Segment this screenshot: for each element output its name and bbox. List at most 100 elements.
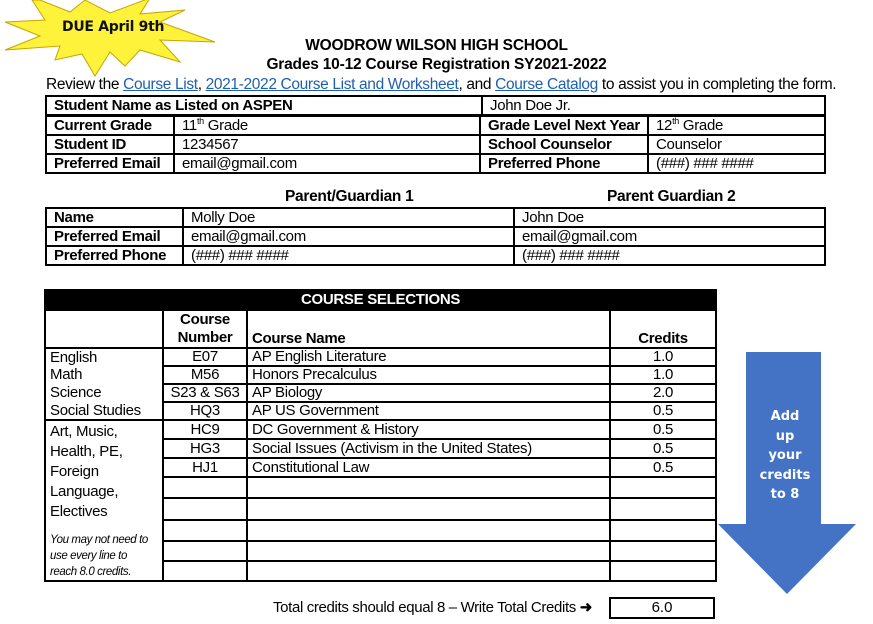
student-info-table: Student Name as Listed on ASPEN John Doe… bbox=[45, 95, 827, 116]
credits-field[interactable] bbox=[608, 476, 718, 500]
electives-category-line: Language, bbox=[50, 483, 119, 500]
credits-field[interactable]: 0.5 bbox=[608, 457, 718, 479]
course-number-field[interactable] bbox=[162, 539, 248, 562]
credits-field[interactable] bbox=[608, 539, 718, 562]
credits-field[interactable] bbox=[608, 559, 718, 583]
course-selections-title: COURSE SELECTIONS bbox=[43, 289, 718, 311]
credits-field[interactable]: 1.0 bbox=[608, 347, 718, 367]
next-grade-field[interactable]: 12th Grade bbox=[647, 115, 826, 136]
course-name-field[interactable]: AP Biology bbox=[246, 383, 611, 403]
course-name-field[interactable] bbox=[246, 539, 611, 562]
school-title: WOODROW WILSON HIGH SCHOOL bbox=[305, 37, 568, 54]
credits-field[interactable] bbox=[608, 518, 718, 542]
electives-category-line: Art, Music, bbox=[50, 423, 118, 440]
guardian-row: Name Molly Doe John Doe bbox=[45, 207, 826, 228]
course-name-field[interactable] bbox=[246, 476, 611, 500]
elective-row: Art, Music, Health, PE, Foreign Language… bbox=[44, 418, 718, 582]
student-email-field[interactable]: email@gmail.com bbox=[173, 153, 481, 174]
course-name-field[interactable]: Honors Precalculus bbox=[246, 365, 611, 385]
course-name-field[interactable]: AP US Government bbox=[246, 401, 611, 421]
electives-category-line: Electives bbox=[50, 503, 108, 520]
course-number-field[interactable]: S23 & S63 bbox=[162, 383, 248, 403]
guardian-1-heading: Parent/Guardian 1 bbox=[285, 188, 414, 205]
course-name-header: Course Name bbox=[246, 309, 611, 349]
course-number-field[interactable]: HC9 bbox=[162, 418, 248, 441]
course-category: English bbox=[44, 347, 164, 366]
instructions-sep: , and bbox=[458, 76, 496, 93]
current-grade-field[interactable]: 11th Grade bbox=[173, 115, 481, 136]
instructions: Review the Course List, 2021-2022 Course… bbox=[46, 76, 837, 94]
guardian-1-email-field[interactable]: email@gmail.com bbox=[182, 226, 515, 247]
course-name-field[interactable]: DC Government & History bbox=[246, 418, 611, 441]
student-phone-label: Preferred Phone bbox=[479, 153, 649, 174]
course-row: Science S23 & S63 AP Biology 2.0 bbox=[44, 383, 718, 403]
current-grade-label: Current Grade bbox=[45, 115, 175, 136]
arrow-callout-text: Add up your credits to 8 bbox=[759, 409, 811, 502]
total-credits-label: Total credits should equal 8 – Write Tot… bbox=[273, 599, 593, 616]
guardian-row-label: Name bbox=[45, 207, 184, 228]
course-name-field[interactable]: Constitutional Law bbox=[246, 457, 611, 479]
course-catalog-link[interactable]: Course Catalog bbox=[495, 76, 598, 93]
course-number-field[interactable]: HJ1 bbox=[162, 457, 248, 479]
instructions-prefix: Review the bbox=[46, 76, 124, 93]
student-id-label: Student ID bbox=[45, 134, 175, 155]
course-number-field[interactable]: HG3 bbox=[162, 438, 248, 460]
credits-field[interactable] bbox=[608, 497, 718, 521]
guardian-row: Preferred Phone (###) ### #### (###) ###… bbox=[45, 245, 826, 266]
guardian-row: Preferred Email email@gmail.com email@gm… bbox=[45, 226, 826, 247]
student-name-label: Student Name as Listed on ASPEN bbox=[45, 95, 483, 116]
electives-category-line: Foreign bbox=[50, 463, 99, 480]
course-number-field[interactable]: HQ3 bbox=[162, 401, 248, 421]
course-row: English E07 AP English Literature 1.0 bbox=[44, 347, 718, 367]
course-number-field[interactable] bbox=[162, 497, 248, 521]
credits-field[interactable]: 1.0 bbox=[608, 365, 718, 385]
guardian-table: Name Molly Doe John Doe Preferred Email … bbox=[45, 207, 826, 266]
student-id-field[interactable]: 1234567 bbox=[173, 134, 481, 155]
credits-field[interactable]: 2.0 bbox=[608, 383, 718, 403]
credits-header: Credits bbox=[608, 309, 718, 349]
form-title: Grades 10-12 Course Registration SY2021-… bbox=[266, 56, 607, 73]
counselor-label: School Counselor bbox=[479, 134, 649, 155]
category-header bbox=[44, 309, 164, 349]
course-category: Social Studies bbox=[44, 402, 164, 421]
credits-field[interactable]: 0.5 bbox=[608, 401, 718, 421]
credits-field[interactable]: 0.5 bbox=[608, 418, 718, 441]
electives-category-line: Health, PE, bbox=[50, 443, 123, 460]
course-name-field[interactable] bbox=[246, 559, 611, 583]
course-list-link[interactable]: Course List bbox=[123, 76, 198, 93]
student-name-field[interactable]: John Doe Jr. bbox=[480, 95, 827, 116]
student-phone-field[interactable]: (###) ### #### bbox=[647, 153, 826, 174]
course-selections-table: COURSE SELECTIONS Course Number Course Na… bbox=[43, 289, 718, 583]
course-number-field[interactable]: E07 bbox=[162, 347, 248, 367]
guardian-2-name-field[interactable]: John Doe bbox=[513, 207, 826, 228]
guardian-2-email-field[interactable]: email@gmail.com bbox=[513, 226, 826, 247]
course-number-field[interactable] bbox=[162, 518, 248, 542]
course-category: Math bbox=[44, 366, 164, 384]
right-arrow-icon: ➜ bbox=[579, 599, 593, 616]
course-row: Math M56 Honors Precalculus 1.0 bbox=[44, 365, 718, 385]
guardian-row-label: Preferred Phone bbox=[45, 245, 184, 266]
next-grade-label: Grade Level Next Year bbox=[479, 115, 649, 136]
course-number-header: Course Number bbox=[162, 309, 248, 349]
due-date-label: DUE April 9th bbox=[62, 19, 165, 35]
guardian-1-name-field[interactable]: Molly Doe bbox=[182, 207, 515, 228]
course-name-field[interactable] bbox=[246, 497, 611, 521]
course-worksheet-link[interactable]: 2021-2022 Course List and Worksheet bbox=[206, 76, 459, 93]
guardian-1-phone-field[interactable]: (###) ### #### bbox=[182, 245, 515, 266]
total-credits-field[interactable]: 6.0 bbox=[609, 597, 715, 619]
course-row: Social Studies HQ3 AP US Government 0.5 bbox=[44, 401, 718, 421]
course-number-field[interactable]: M56 bbox=[162, 365, 248, 385]
course-name-field[interactable] bbox=[246, 518, 611, 542]
course-name-field[interactable]: AP English Literature bbox=[246, 347, 611, 367]
course-number-field[interactable] bbox=[162, 559, 248, 583]
instructions-sep: , bbox=[197, 76, 206, 93]
student-email-label: Preferred Email bbox=[45, 153, 175, 174]
guardian-2-phone-field[interactable]: (###) ### #### bbox=[513, 245, 826, 266]
guardian-2-heading: Parent Guardian 2 bbox=[607, 188, 736, 205]
electives-category: Art, Music, Health, PE, Foreign Language… bbox=[44, 419, 164, 582]
credits-field[interactable]: 0.5 bbox=[608, 438, 718, 460]
student-info-table-rows: Current Grade 11th Grade Grade Level Nex… bbox=[45, 115, 826, 174]
counselor-field[interactable]: Counselor bbox=[647, 134, 826, 155]
course-number-field[interactable] bbox=[162, 476, 248, 500]
course-name-field[interactable]: Social Issues (Activism in the United St… bbox=[246, 438, 611, 460]
